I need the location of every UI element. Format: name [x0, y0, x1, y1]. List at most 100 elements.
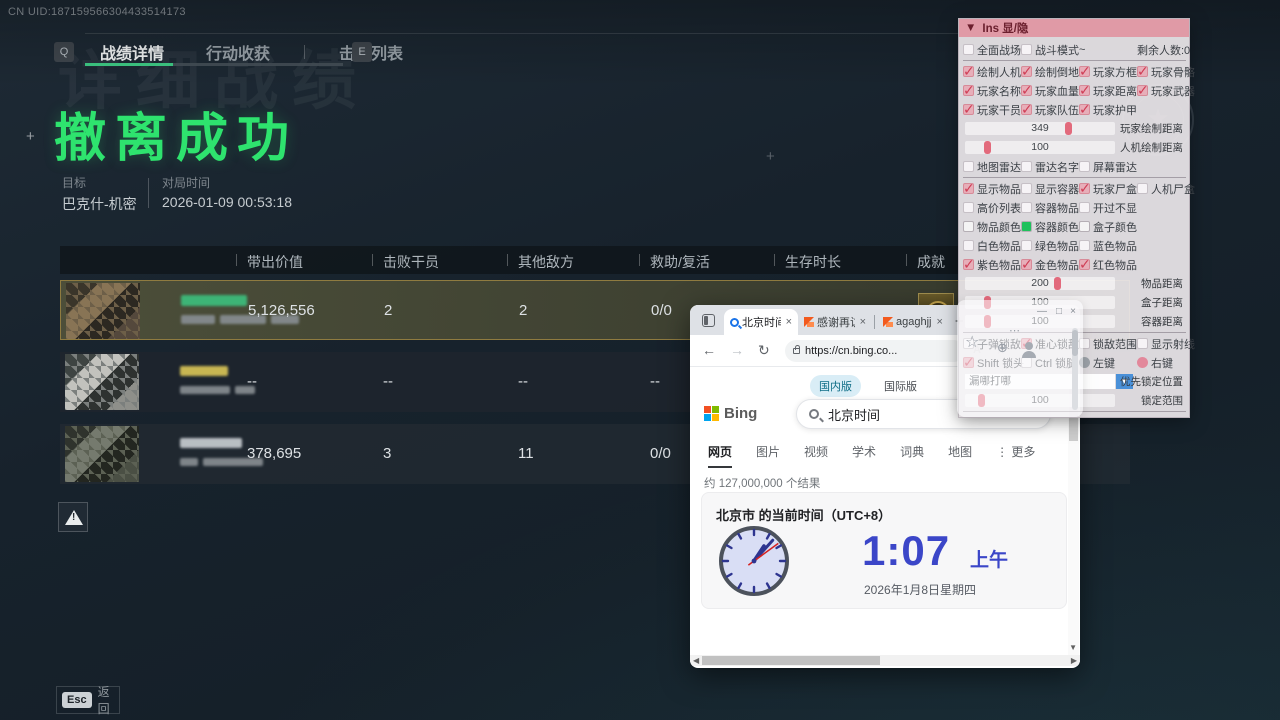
panel-header[interactable]: ▼ Ins 显/隐: [959, 19, 1189, 37]
checkbox[interactable]: [963, 85, 974, 96]
search-tab[interactable]: 网页: [708, 443, 732, 468]
bing-logo[interactable]: Bing: [704, 405, 757, 422]
collapse-arrow-icon[interactable]: ▼: [965, 22, 976, 34]
checkbox[interactable]: [1079, 66, 1090, 77]
checkbox[interactable]: [1079, 259, 1090, 270]
checkbox[interactable]: [1137, 183, 1148, 194]
am-pm-label: 上午: [970, 545, 1008, 572]
time-card: 北京市 的当前时间（UTC+8）: [701, 492, 1067, 609]
table-cell: 2: [519, 302, 527, 319]
panel-item: 玩家血量: [1021, 83, 1079, 99]
hotkey-q-badge: Q: [54, 42, 74, 62]
player-avatar: [65, 426, 139, 482]
panel-item-label: 玩家名称: [977, 83, 1021, 99]
checkbox[interactable]: [1021, 85, 1032, 96]
esc-key-badge: Esc: [62, 692, 92, 708]
checkbox[interactable]: [963, 202, 974, 213]
checkbox[interactable]: [1079, 240, 1090, 251]
checkbox[interactable]: [963, 104, 974, 115]
radio-button[interactable]: [1137, 357, 1148, 368]
checkbox[interactable]: [1021, 66, 1032, 77]
horizontal-scrollbar[interactable]: ◀ ▶: [690, 655, 1080, 666]
url-bar[interactable]: https://cn.bing.co...: [785, 340, 965, 362]
checkbox[interactable]: [1021, 240, 1032, 251]
checkbox[interactable]: [1021, 44, 1032, 55]
site-favicon: [804, 317, 814, 327]
tab-0[interactable]: 战绩详情: [92, 40, 172, 64]
panel-row: 全面战场战斗模式~剩余人数:0: [963, 40, 1186, 59]
search-tab[interactable]: 地图: [948, 443, 972, 468]
search-tab[interactable]: ⋮ 更多: [996, 443, 1035, 468]
warning-button[interactable]: !: [58, 502, 88, 532]
tab-close-icon[interactable]: ×: [936, 316, 942, 328]
color-swatch[interactable]: [963, 221, 974, 232]
color-swatch[interactable]: [1079, 221, 1090, 232]
checkbox[interactable]: [1021, 104, 1032, 115]
checkbox[interactable]: [1137, 66, 1148, 77]
player-name-redacted: [181, 295, 247, 306]
horizontal-scroll-thumb[interactable]: [702, 656, 880, 665]
search-tab[interactable]: 学术: [852, 443, 876, 468]
ghost-popup-window: — □ × ☆ ⋯ ⊕: [957, 300, 1083, 417]
maximize-icon[interactable]: □: [1056, 306, 1062, 317]
panel-item-label: 金色物品: [1035, 257, 1079, 273]
browser-tab-title: 北京时间: [742, 314, 781, 330]
checkbox[interactable]: [963, 66, 974, 77]
scroll-down-arrow[interactable]: ▼: [1069, 643, 1077, 652]
panel-title: Ins 显/隐: [982, 20, 1028, 36]
version-toggle[interactable]: 国际版: [875, 375, 926, 397]
checkbox[interactable]: [963, 259, 974, 270]
slider-value: 349: [965, 122, 1115, 135]
panel-row: 绘制人机绘制倒地玩家方框玩家骨骼: [963, 62, 1186, 81]
table-cell: --: [518, 373, 528, 390]
deco-plus: +: [766, 148, 775, 165]
checkbox[interactable]: [1079, 85, 1090, 96]
player-subtitle-redacted: [181, 315, 215, 324]
back-button[interactable]: ←: [702, 342, 716, 358]
panel-item-label: 红色物品: [1093, 257, 1137, 273]
checkbox[interactable]: [1079, 202, 1090, 213]
search-tab[interactable]: 视频: [804, 443, 828, 468]
microsoft-logo-icon: [704, 406, 719, 421]
search-tab[interactable]: 词典: [900, 443, 924, 468]
checkbox[interactable]: [963, 44, 974, 55]
checkbox[interactable]: [963, 161, 974, 172]
url-text: https://cn.bing.co...: [805, 345, 897, 357]
checkbox[interactable]: [1021, 202, 1032, 213]
esc-return-button[interactable]: Esc 返回: [56, 686, 120, 714]
panel-item: 全面战场: [963, 42, 1021, 58]
checkbox[interactable]: [1079, 104, 1090, 115]
checkbox[interactable]: [1021, 161, 1032, 172]
more-dots-icon: ⋯: [1009, 324, 1020, 337]
browser-tab[interactable]: 北京时间 ×: [724, 309, 798, 335]
tab-close-icon[interactable]: ×: [786, 316, 792, 328]
version-toggle[interactable]: 国内版: [810, 375, 861, 397]
tab-actions-icon[interactable]: [702, 314, 715, 327]
table-cell: 2: [384, 302, 392, 319]
checkbox[interactable]: [1021, 183, 1032, 194]
checkbox[interactable]: [1137, 338, 1148, 349]
panel-item-label: 雷达名字: [1035, 159, 1079, 175]
close-icon[interactable]: ×: [1070, 306, 1076, 317]
player-avatar: [66, 283, 140, 339]
checkbox[interactable]: [963, 183, 974, 194]
checkbox[interactable]: [1079, 161, 1090, 172]
panel-item-label: 战斗模式: [1035, 42, 1079, 58]
refresh-button[interactable]: ↻: [758, 342, 770, 359]
panel-item: 锁敌范围: [1079, 336, 1137, 352]
forward-button[interactable]: →: [730, 342, 744, 358]
color-swatch[interactable]: [1021, 221, 1032, 232]
browser-tab[interactable]: agaghjj×: [877, 309, 949, 335]
tab-close-icon[interactable]: ×: [860, 316, 866, 328]
checkbox[interactable]: [1021, 259, 1032, 270]
browser-tab[interactable]: 感谢再访×: [798, 309, 872, 335]
panel-item: 地图雷达: [963, 159, 1021, 175]
minimize-icon[interactable]: —: [1037, 306, 1047, 317]
search-tab[interactable]: 图片: [756, 443, 780, 468]
tab-1[interactable]: 行动收获: [198, 40, 278, 64]
checkbox[interactable]: [1137, 85, 1148, 96]
checkbox[interactable]: [1079, 183, 1090, 194]
player-subtitle-redacted: [180, 458, 198, 466]
panel-item-label: 高价列表: [977, 200, 1021, 216]
checkbox[interactable]: [963, 240, 974, 251]
